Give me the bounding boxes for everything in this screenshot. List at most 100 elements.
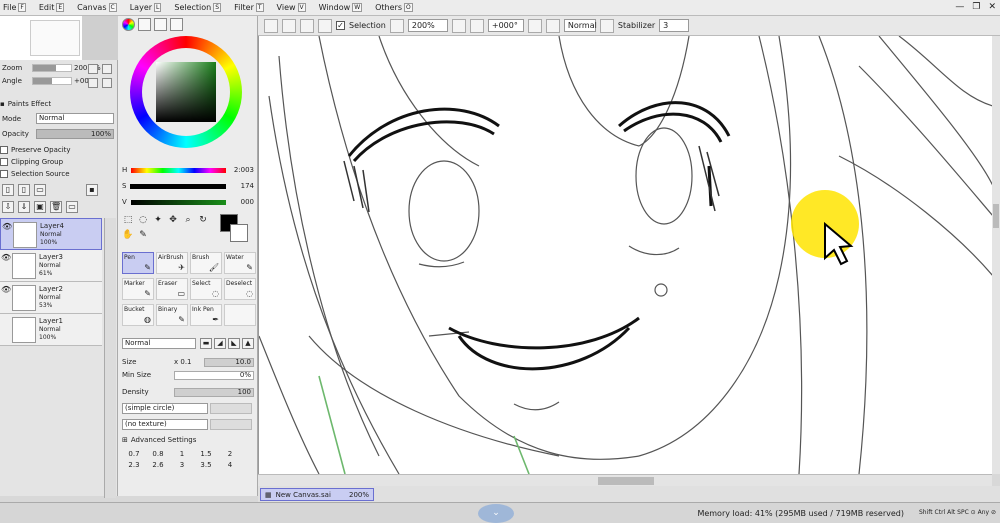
merge-down-icon[interactable]: ⇓ [18, 201, 30, 213]
hsv-slider-tab[interactable] [154, 18, 167, 31]
new-folder-icon[interactable]: ▭ [34, 184, 46, 196]
new-linework-layer-icon[interactable]: ▯ [18, 184, 30, 196]
brush-marker[interactable]: Marker ✎ [122, 278, 154, 300]
nav-rotate-left-button[interactable] [88, 78, 98, 88]
size-slider[interactable]: 10.0 [204, 357, 254, 367]
size-preset[interactable]: 3.5 [194, 461, 218, 469]
eye-icon[interactable]: 👁 [2, 222, 12, 231]
zoom-icon[interactable]: ⌕ [182, 214, 194, 226]
layer-scrollbar[interactable] [104, 218, 116, 498]
new-layer-icon[interactable]: ▯ [2, 184, 14, 196]
eye-icon[interactable]: 👁 [1, 253, 11, 262]
chevron-down-icon[interactable]: ⌄ [478, 504, 514, 523]
advanced-settings-toggle[interactable]: ⊞ Advanced Settings [122, 436, 196, 444]
color-wheel[interactable] [130, 36, 242, 148]
layer-item[interactable]: 👁 Layer2 Normal 53% [0, 282, 102, 314]
layer-menu-icon[interactable]: ▪ [86, 184, 98, 196]
brush-deselect[interactable]: Deselect ◌ [224, 278, 256, 300]
menu-layer[interactable]: Layer L [127, 3, 172, 12]
rotate-right-button[interactable] [527, 18, 542, 33]
document-tab[interactable]: ▦ New Canvas.sai 200% [260, 488, 374, 501]
rotate-icon[interactable]: ↻ [197, 214, 209, 226]
selection-source-option[interactable]: Selection Source [0, 168, 70, 179]
saturation-slider[interactable] [130, 183, 227, 189]
drawing-canvas[interactable] [258, 36, 992, 474]
shape-flat-icon[interactable]: ▬ [200, 338, 212, 349]
delete-layer-icon[interactable]: 🗑 [50, 201, 62, 213]
menu-selection[interactable]: Selection S [171, 3, 231, 12]
restore-icon[interactable]: ❐ [972, 2, 980, 12]
size-preset[interactable]: 1.5 [194, 450, 218, 458]
size-preset[interactable]: 3 [170, 461, 194, 469]
toolbar-button-4[interactable] [318, 18, 332, 33]
flip-button[interactable] [545, 18, 560, 33]
brush-shape-select[interactable]: (simple circle) [122, 403, 208, 414]
stabilizer-field[interactable]: 3 [659, 19, 690, 32]
brush-ink-pen[interactable]: Ink Pen ✒ [190, 304, 222, 326]
size-preset[interactable]: 2.3 [122, 461, 146, 469]
transfer-down-icon[interactable]: ⇩ [2, 201, 14, 213]
canvas-vertical-scrollbar[interactable] [992, 36, 1000, 474]
color-wheel-tab[interactable] [122, 18, 135, 31]
brush-brush[interactable]: Brush 🖌 [190, 252, 222, 274]
brush-select[interactable]: Select ◌ [190, 278, 222, 300]
brush-binary[interactable]: Binary ✎ [156, 304, 188, 326]
value-slider[interactable] [130, 199, 227, 205]
size-preset[interactable]: 1 [170, 450, 194, 458]
shape-hard-icon[interactable]: ▲ [242, 338, 254, 349]
nav-zoom-out-button[interactable] [88, 64, 98, 74]
layer-mode-select[interactable]: Normal [36, 113, 114, 124]
zoom-field[interactable]: 200% [407, 19, 448, 32]
menu-window[interactable]: Window W [316, 3, 372, 12]
menu-edit[interactable]: Edit E [36, 3, 74, 12]
density-slider[interactable]: 100 [174, 387, 254, 397]
layer-opacity-slider[interactable]: 100% [36, 129, 114, 139]
eye-icon[interactable]: 👁 [1, 285, 11, 294]
clipping-group-option[interactable]: Clipping Group [0, 156, 63, 167]
zoom-in-button[interactable] [451, 18, 466, 33]
layer-item[interactable]: 👁 Layer4 Normal 100% [0, 218, 102, 250]
move-icon[interactable]: ✥ [167, 214, 179, 226]
menu-view[interactable]: View V [274, 3, 316, 12]
shape-soft-icon[interactable]: ◣ [228, 338, 240, 349]
menu-others[interactable]: Others O [372, 3, 423, 12]
brush-bucket[interactable]: Bucket ◍ [122, 304, 154, 326]
selection-source-checkbox[interactable] [0, 169, 8, 178]
preserve-opacity-option[interactable]: Preserve Opacity [0, 144, 71, 155]
horizontal-scroll-thumb[interactable] [598, 477, 654, 485]
clear-layer-icon[interactable]: ▣ [34, 201, 46, 213]
selection-checkbox[interactable]: ✓ [336, 21, 345, 30]
layer-item[interactable]: Layer1 Normal 100% [0, 314, 102, 346]
toolbar-button-3[interactable] [300, 18, 314, 33]
vertical-scroll-thumb[interactable] [993, 204, 999, 228]
size-preset[interactable]: 0.7 [122, 450, 146, 458]
eyedropper-icon[interactable]: ✎ [137, 229, 149, 241]
close-icon[interactable]: ✕ [988, 2, 996, 12]
menu-canvas[interactable]: Canvas C [74, 3, 127, 12]
nav-rotate-right-button[interactable] [102, 78, 112, 88]
paints-effect-header[interactable]: ▪ Paints Effect [0, 98, 51, 109]
saturation-value-square[interactable] [156, 62, 216, 122]
lasso-icon[interactable]: ◌ [137, 214, 149, 226]
brush-pen[interactable]: Pen ✎ [122, 252, 154, 274]
size-preset[interactable]: 0.8 [146, 450, 170, 458]
nav-zoom-in-button[interactable] [102, 64, 112, 74]
canvas-horizontal-scrollbar[interactable] [258, 474, 992, 486]
size-preset[interactable]: 4 [218, 461, 242, 469]
brush-texture-select[interactable]: (no texture) [122, 419, 208, 430]
rect-select-icon[interactable]: ⬚ [122, 214, 134, 226]
eye-hidden-icon[interactable] [1, 317, 10, 326]
menu-filter[interactable]: Filter T [231, 3, 273, 12]
layer-item[interactable]: 👁 Layer3 Normal 61% [0, 250, 102, 282]
brush-empty[interactable] [224, 304, 256, 326]
toolbar-button-2[interactable] [282, 18, 296, 33]
shape-round-icon[interactable]: ◢ [214, 338, 226, 349]
background-color-swatch[interactable] [230, 224, 248, 242]
brush-eraser[interactable]: Eraser ▭ [156, 278, 188, 300]
mode-dropdown-button[interactable] [599, 18, 614, 33]
layer-extra-icon[interactable]: ▭ [66, 201, 78, 213]
size-preset[interactable]: 2 [218, 450, 242, 458]
navigator-preview[interactable] [30, 20, 80, 56]
brush-airbrush[interactable]: AirBrush ✈ [156, 252, 188, 274]
min-size-slider[interactable]: 0% [174, 370, 254, 380]
